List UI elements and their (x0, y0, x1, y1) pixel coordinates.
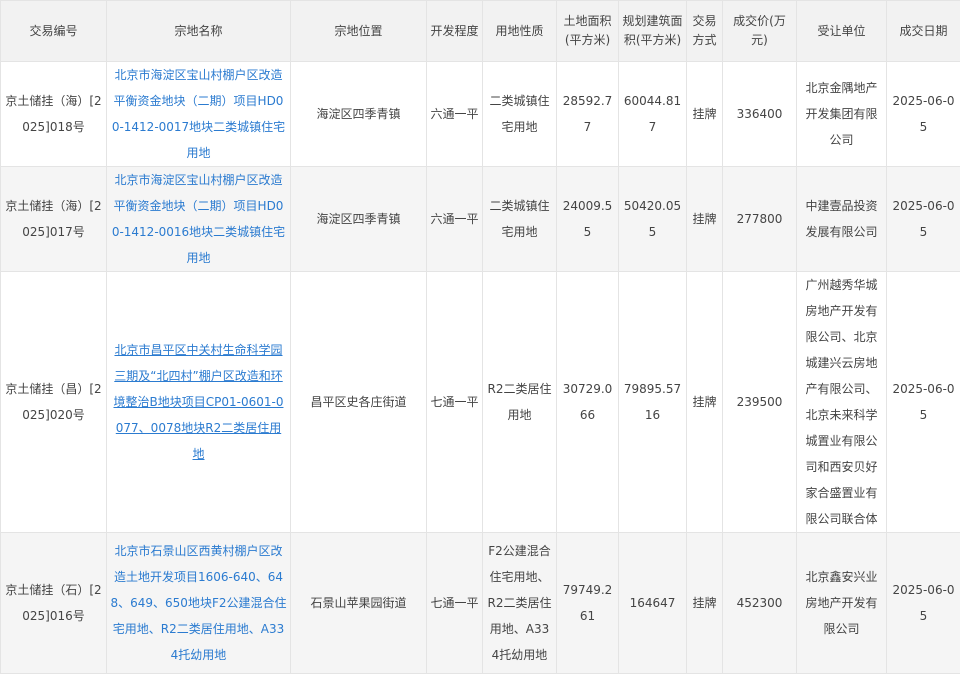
price-cell: 277800 (723, 167, 797, 272)
dev-level-cell: 六通一平 (427, 167, 483, 272)
table-row: 京土储挂（昌）[2025]020号 北京市昌平区中关村生命科学园三期及“北四村”… (1, 272, 960, 533)
trade-id-cell: 京土储挂（海）[2025]018号 (1, 62, 107, 167)
parcel-name-cell: 北京市昌平区中关村生命科学园三期及“北四村”棚户区改造和环境整治B地块项目CP0… (107, 272, 291, 533)
parcel-name-cell: 北京市石景山区西黄村棚户区改造土地开发项目1606-640、648、649、65… (107, 533, 291, 674)
dev-level-cell: 七通一平 (427, 272, 483, 533)
header-row: 交易编号 宗地名称 宗地位置 开发程度 用地性质 土地面积(平方米) 规划建筑面… (1, 1, 960, 62)
trade-method-cell: 挂牌 (687, 167, 723, 272)
header-land-area: 土地面积(平方米) (557, 1, 619, 62)
table-body: 京土储挂（海）[2025]018号 北京市海淀区宝山村棚户区改造平衡资金地块（二… (1, 62, 960, 674)
land-use-cell: F2公建混合住宅用地、R2二类居住用地、A334托幼用地 (483, 533, 557, 674)
parcel-location-cell: 海淀区四季青镇 (291, 62, 427, 167)
land-use-cell: 二类城镇住宅用地 (483, 167, 557, 272)
header-parcel-location: 宗地位置 (291, 1, 427, 62)
parcel-location-cell: 昌平区史各庄街道 (291, 272, 427, 533)
table-header: 交易编号 宗地名称 宗地位置 开发程度 用地性质 土地面积(平方米) 规划建筑面… (1, 1, 960, 62)
header-build-area: 规划建筑面积(平方米) (619, 1, 687, 62)
header-dev-level: 开发程度 (427, 1, 483, 62)
dev-level-cell: 六通一平 (427, 62, 483, 167)
trade-id-cell: 京土储挂（海）[2025]017号 (1, 167, 107, 272)
price-cell: 336400 (723, 62, 797, 167)
parcel-location-cell: 石景山苹果园街道 (291, 533, 427, 674)
date-cell: 2025-06-05 (887, 167, 960, 272)
header-parcel-name: 宗地名称 (107, 1, 291, 62)
trade-method-cell: 挂牌 (687, 533, 723, 674)
header-date: 成交日期 (887, 1, 960, 62)
date-cell: 2025-06-05 (887, 272, 960, 533)
land-area-cell: 28592.77 (557, 62, 619, 167)
header-land-use: 用地性质 (483, 1, 557, 62)
build-area-cell: 50420.055 (619, 167, 687, 272)
header-trade-method: 交易方式 (687, 1, 723, 62)
land-area-cell: 24009.55 (557, 167, 619, 272)
date-cell: 2025-06-05 (887, 62, 960, 167)
land-use-cell: R2二类居住用地 (483, 272, 557, 533)
table-row: 京土储挂（石）[2025]016号 北京市石景山区西黄村棚户区改造土地开发项目1… (1, 533, 960, 674)
header-buyer: 受让单位 (797, 1, 887, 62)
trade-id-cell: 京土储挂（石）[2025]016号 (1, 533, 107, 674)
buyer-cell: 中建壹品投资发展有限公司 (797, 167, 887, 272)
build-area-cell: 60044.817 (619, 62, 687, 167)
land-area-cell: 79749.261 (557, 533, 619, 674)
parcel-name-link[interactable]: 北京市昌平区中关村生命科学园三期及“北四村”棚户区改造和环境整治B地块项目CP0… (114, 343, 284, 461)
buyer-cell: 广州越秀华城房地产开发有限公司、北京城建兴云房地产有限公司、北京未来科学城置业有… (797, 272, 887, 533)
land-area-cell: 30729.066 (557, 272, 619, 533)
build-area-cell: 79895.5716 (619, 272, 687, 533)
build-area-cell: 164647 (619, 533, 687, 674)
parcel-name-link[interactable]: 北京市海淀区宝山村棚户区改造平衡资金地块（二期）项目HD00-1412-0016… (112, 173, 285, 265)
trade-method-cell: 挂牌 (687, 62, 723, 167)
buyer-cell: 北京金隅地产开发集团有限公司 (797, 62, 887, 167)
table-row: 京土储挂（海）[2025]017号 北京市海淀区宝山村棚户区改造平衡资金地块（二… (1, 167, 960, 272)
trade-method-cell: 挂牌 (687, 272, 723, 533)
parcel-name-cell: 北京市海淀区宝山村棚户区改造平衡资金地块（二期）项目HD00-1412-0017… (107, 62, 291, 167)
date-cell: 2025-06-05 (887, 533, 960, 674)
parcel-location-cell: 海淀区四季青镇 (291, 167, 427, 272)
parcel-name-link[interactable]: 北京市海淀区宝山村棚户区改造平衡资金地块（二期）项目HD00-1412-0017… (112, 68, 285, 160)
price-cell: 239500 (723, 272, 797, 533)
price-cell: 452300 (723, 533, 797, 674)
land-transaction-table: 交易编号 宗地名称 宗地位置 开发程度 用地性质 土地面积(平方米) 规划建筑面… (0, 0, 960, 674)
land-use-cell: 二类城镇住宅用地 (483, 62, 557, 167)
header-price: 成交价(万元) (723, 1, 797, 62)
parcel-name-link[interactable]: 北京市石景山区西黄村棚户区改造土地开发项目1606-640、648、649、65… (111, 544, 287, 662)
parcel-name-cell: 北京市海淀区宝山村棚户区改造平衡资金地块（二期）项目HD00-1412-0016… (107, 167, 291, 272)
table-row: 京土储挂（海）[2025]018号 北京市海淀区宝山村棚户区改造平衡资金地块（二… (1, 62, 960, 167)
header-trade-id: 交易编号 (1, 1, 107, 62)
trade-id-cell: 京土储挂（昌）[2025]020号 (1, 272, 107, 533)
buyer-cell: 北京鑫安兴业房地产开发有限公司 (797, 533, 887, 674)
dev-level-cell: 七通一平 (427, 533, 483, 674)
